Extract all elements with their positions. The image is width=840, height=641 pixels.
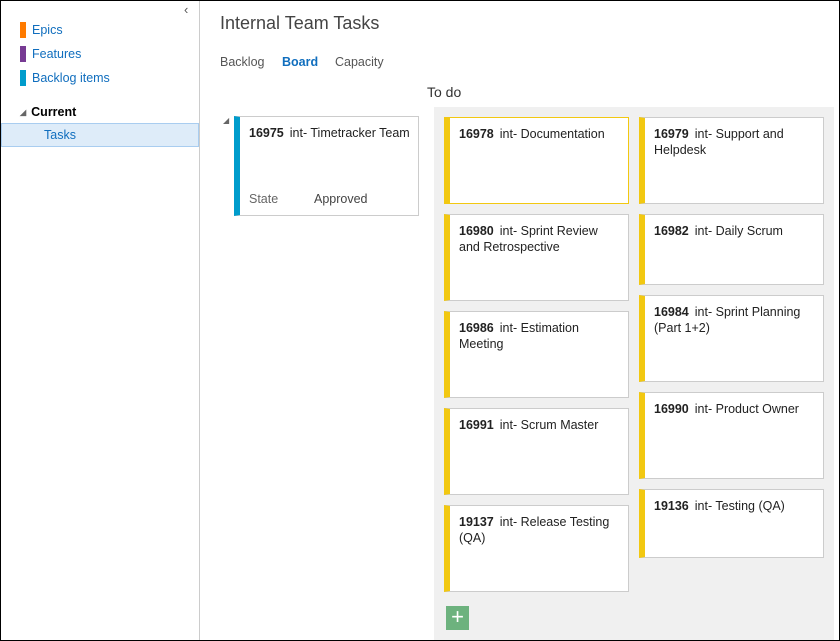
features-color-bar: [20, 46, 26, 62]
collapse-triangle-icon[interactable]: ◢: [223, 116, 229, 125]
card-id: 16986: [459, 321, 494, 335]
sidebar-item-features[interactable]: Features: [20, 46, 81, 62]
sidebar-item-label: Epics: [32, 23, 63, 37]
tab-backlog[interactable]: Backlog: [220, 55, 264, 69]
sidebar: ‹ Epics Features Backlog items ◢ Current …: [0, 0, 200, 641]
task-card[interactable]: 16991 int- Scrum Master: [444, 408, 629, 495]
task-card[interactable]: 16978 int- Documentation: [444, 117, 629, 204]
card-id: 16991: [459, 418, 494, 432]
state-value: Approved: [314, 192, 368, 206]
card-id: 16984: [654, 305, 689, 319]
group-label: Current: [31, 105, 77, 119]
column-header-todo: To do: [427, 84, 462, 100]
card-title: int- Testing (QA): [694, 499, 785, 513]
parent-card[interactable]: 16975 int- Timetracker Team State Approve…: [234, 116, 419, 216]
card-title: int- Documentation: [499, 127, 605, 141]
card-id: 16975: [249, 126, 284, 140]
sidebar-item-backlog-items[interactable]: Backlog items: [20, 70, 110, 86]
card-id: 19136: [654, 499, 689, 513]
sidebar-item-label: Features: [32, 47, 82, 61]
tab-board[interactable]: Board: [282, 55, 318, 69]
sidebar-item-label: Backlog items: [32, 71, 110, 85]
task-card[interactable]: 16980 int- Sprint Review and Retrospectiv…: [444, 214, 629, 301]
sidebar-item-epics[interactable]: Epics: [20, 22, 63, 38]
task-card[interactable]: 16984 int- Sprint Planning (Part 1+2): [639, 295, 824, 382]
task-card[interactable]: 16982 int- Daily Scrum: [639, 214, 824, 285]
backlog-color-bar: [20, 70, 26, 86]
page-title: Internal Team Tasks: [220, 13, 380, 33]
card-title: int- Product Owner: [694, 402, 799, 416]
card-title: int- Timetracker Team: [289, 126, 410, 140]
card-id: 16982: [654, 224, 689, 238]
card-id: 16979: [654, 127, 689, 141]
add-task-button[interactable]: +: [446, 606, 469, 630]
task-card[interactable]: 16979 int- Support and Helpdesk: [639, 117, 824, 204]
card-title: int- Daily Scrum: [694, 224, 783, 238]
card-id: 16980: [459, 224, 494, 238]
chevron-left-icon[interactable]: ‹: [184, 2, 188, 17]
tab-capacity[interactable]: Capacity: [335, 55, 384, 69]
card-title: int- Scrum Master: [499, 418, 599, 432]
state-label: State: [249, 192, 279, 206]
epics-color-bar: [20, 22, 26, 38]
task-card[interactable]: 16990 int- Product Owner: [639, 392, 824, 479]
task-card[interactable]: 16986 int- Estimation Meeting: [444, 311, 629, 398]
task-card[interactable]: 19137 int- Release Testing (QA): [444, 505, 629, 592]
expand-triangle-icon[interactable]: ◢: [20, 108, 26, 117]
task-card[interactable]: 19136 int- Testing (QA): [639, 489, 824, 558]
card-id: 16990: [654, 402, 689, 416]
sidebar-group-current[interactable]: ◢ Current: [20, 105, 76, 119]
card-id: 16978: [459, 127, 494, 141]
sidebar-item-tasks[interactable]: Tasks: [1, 123, 199, 147]
card-id: 19137: [459, 515, 494, 529]
